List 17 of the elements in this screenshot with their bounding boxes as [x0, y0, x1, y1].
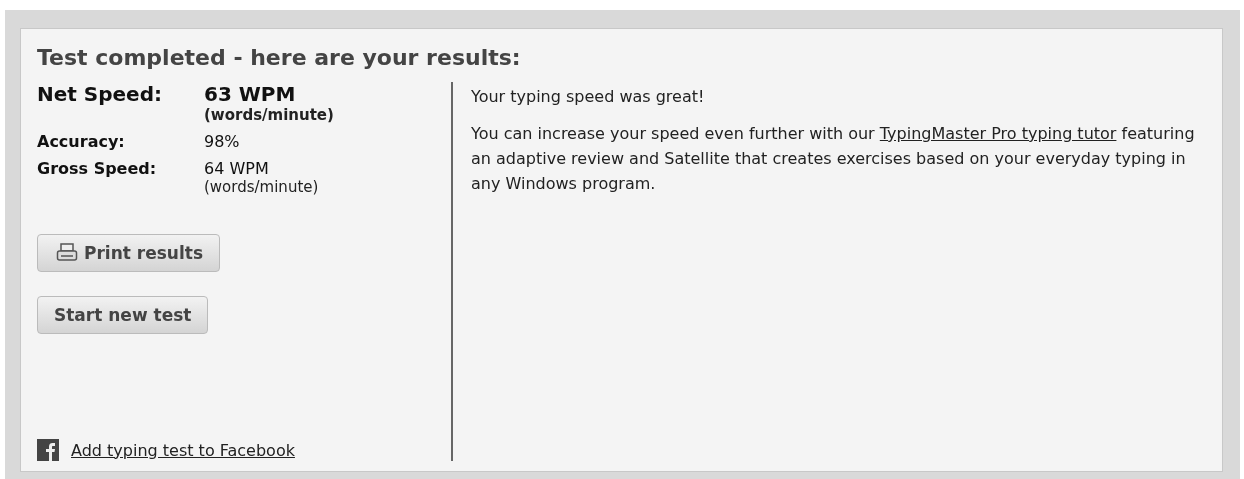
stat-value: 64 WPM	[204, 159, 270, 178]
start-button[interactable]: Start new test	[37, 296, 209, 334]
print-button[interactable]: Print results	[37, 234, 221, 272]
result-message: Your typing speed was great!	[471, 86, 706, 108]
stat-label: Accuracy:	[37, 132, 126, 151]
stat-label: Gross Speed:	[37, 159, 158, 178]
product-link[interactable]: TypingMaster Pro typing tutor	[879, 124, 1117, 143]
stat-unit: (words/minute)	[204, 178, 320, 196]
facebook-link[interactable]: Add typing test to Facebook	[71, 440, 295, 460]
stat-label: Net Speed:	[37, 82, 163, 106]
promo-text: You can increase your speed even further with our TypingMaster Pro typing tutor featuring an adaptive review and Satellite that creates exercises based on your everyday typing in any Windows program.	[471, 123, 1196, 195]
stat-value: 63 WPM	[204, 82, 297, 106]
printer-icon	[56, 243, 78, 263]
facebook-icon	[37, 439, 59, 461]
stat-value: 98%	[204, 132, 241, 151]
stat-unit: (words/minute)	[204, 106, 335, 124]
page-title: Test completed - here are your results:	[37, 45, 522, 70]
